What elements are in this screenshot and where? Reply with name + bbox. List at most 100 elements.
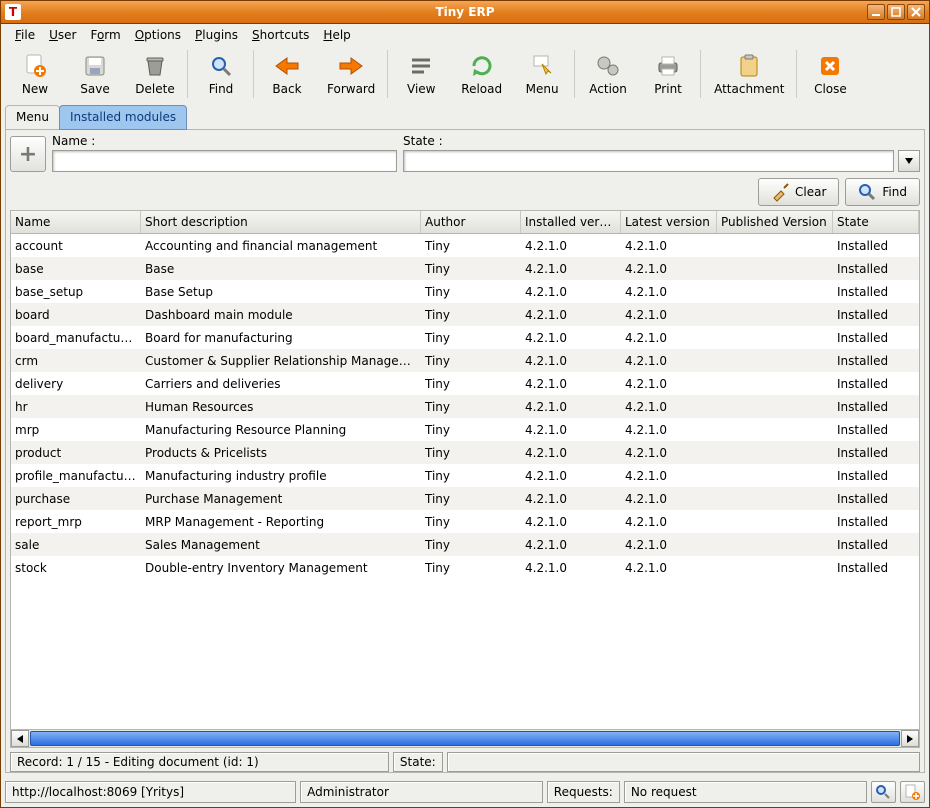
menu-help[interactable]: Help [323,28,350,42]
col-state[interactable]: State [833,211,919,233]
cell-name: purchase [11,492,141,506]
table-row[interactable]: base_setupBase SetupTiny4.2.1.04.2.1.0In… [11,280,919,303]
menu-file[interactable]: File [15,28,35,42]
table-row[interactable]: boardDashboard main moduleTiny4.2.1.04.2… [11,303,919,326]
requests-search-button[interactable] [871,781,896,803]
tab-menu[interactable]: Menu [5,105,60,130]
col-author[interactable]: Author [421,211,521,233]
cell-name: delivery [11,377,141,391]
cell-author: Tiny [421,423,521,437]
cell-short: Customer & Supplier Relationship Managem… [141,354,421,368]
table-row[interactable]: productProducts & PricelistsTiny4.2.1.04… [11,441,919,464]
arrow-right-icon [337,52,365,80]
status-requests-value: No request [624,781,867,803]
cell-author: Tiny [421,400,521,414]
tab-installed-modules[interactable]: Installed modules [59,105,187,130]
table-row[interactable]: saleSales ManagementTiny4.2.1.04.2.1.0In… [11,533,919,556]
cell-latest: 4.2.1.0 [621,469,717,483]
cell-state: Installed [833,308,919,322]
table-row[interactable]: profile_manufacturingManufacturing indus… [11,464,919,487]
cell-short: Manufacturing Resource Planning [141,423,421,437]
col-name[interactable]: Name [11,211,141,233]
table-row[interactable]: deliveryCarriers and deliveriesTiny4.2.1… [11,372,919,395]
table-row[interactable]: accountAccounting and financial manageme… [11,234,919,257]
col-latest[interactable]: Latest version [621,211,717,233]
menu-form[interactable]: Form [90,28,120,42]
filter-state-dropdown[interactable] [898,150,920,172]
cell-name: board [11,308,141,322]
col-short[interactable]: Short description [141,211,421,233]
menu-shortcuts[interactable]: Shortcuts [252,28,309,42]
cell-installed: 4.2.1.0 [521,423,621,437]
back-button[interactable]: Back [257,48,317,100]
col-published[interactable]: Published Version [717,211,833,233]
search-icon [207,52,235,80]
requests-new-button[interactable] [900,781,925,803]
clear-button[interactable]: Clear [758,178,839,206]
menu-plugins[interactable]: Plugins [195,28,238,42]
cell-short: Purchase Management [141,492,421,506]
col-installed[interactable]: Installed version [521,211,621,233]
cell-short: Dashboard main module [141,308,421,322]
menu-button[interactable]: Menu [512,48,572,100]
table-row[interactable]: purchasePurchase ManagementTiny4.2.1.04.… [11,487,919,510]
attachment-button[interactable]: Attachment [704,48,794,100]
cell-state: Installed [833,561,919,575]
scroll-left-button[interactable] [11,730,29,747]
close-button[interactable] [907,4,925,20]
find-button[interactable]: Find [191,48,251,100]
table-row[interactable]: baseBaseTiny4.2.1.04.2.1.0Installed [11,257,919,280]
toolbar-separator [253,50,255,98]
cell-state: Installed [833,285,919,299]
cell-state: Installed [833,400,919,414]
cell-latest: 4.2.1.0 [621,423,717,437]
cell-state: Installed [833,239,919,253]
table-row[interactable]: report_mrpMRP Management - ReportingTiny… [11,510,919,533]
find2-button[interactable]: Find [845,178,920,206]
action-button[interactable]: Action [578,48,638,100]
toolbar-separator [387,50,389,98]
table-row[interactable]: mrpManufacturing Resource PlanningTiny4.… [11,418,919,441]
clipboard-icon [735,52,763,80]
tabs: Menu Installed modules [1,104,929,129]
status-state-label: State: [393,752,443,772]
maximize-button[interactable] [887,4,905,20]
cell-state: Installed [833,354,919,368]
scroll-right-button[interactable] [901,730,919,747]
filter-name-input[interactable] [52,150,397,172]
page-body: + Name : State : Clear [5,129,925,773]
table-row[interactable]: stockDouble-entry Inventory ManagementTi… [11,556,919,579]
cell-installed: 4.2.1.0 [521,331,621,345]
table-row[interactable]: hrHuman ResourcesTiny4.2.1.04.2.1.0Insta… [11,395,919,418]
print-button[interactable]: Print [638,48,698,100]
table-row[interactable]: crmCustomer & Supplier Relationship Mana… [11,349,919,372]
cell-latest: 4.2.1.0 [621,239,717,253]
reload-icon [468,52,496,80]
save-button[interactable]: Save [65,48,125,100]
delete-button[interactable]: Delete [125,48,185,100]
cell-short: Double-entry Inventory Management [141,561,421,575]
new-button[interactable]: New [5,48,65,100]
minimize-button[interactable] [867,4,885,20]
grid-header: Name Short description Author Installed … [11,211,919,234]
arrow-left-icon [273,52,301,80]
menu-options[interactable]: Options [135,28,181,42]
reload-button[interactable]: Reload [451,48,512,100]
status-requests-label: Requests: [547,781,620,803]
cell-latest: 4.2.1.0 [621,492,717,506]
view-button[interactable]: View [391,48,451,100]
cell-name: hr [11,400,141,414]
cell-short: MRP Management - Reporting [141,515,421,529]
hscroll[interactable] [11,729,919,747]
close-tb-button[interactable]: Close [800,48,860,100]
forward-button[interactable]: Forward [317,48,385,100]
menu-user[interactable]: User [49,28,76,42]
table-row[interactable]: board_manufacturingBoard for manufacturi… [11,326,919,349]
add-filter-button[interactable]: + [10,136,46,172]
cell-latest: 4.2.1.0 [621,285,717,299]
scroll-thumb[interactable] [30,731,900,746]
toolbar-separator [187,50,189,98]
filter-state-input[interactable] [403,150,894,172]
cell-short: Base Setup [141,285,421,299]
cell-author: Tiny [421,515,521,529]
